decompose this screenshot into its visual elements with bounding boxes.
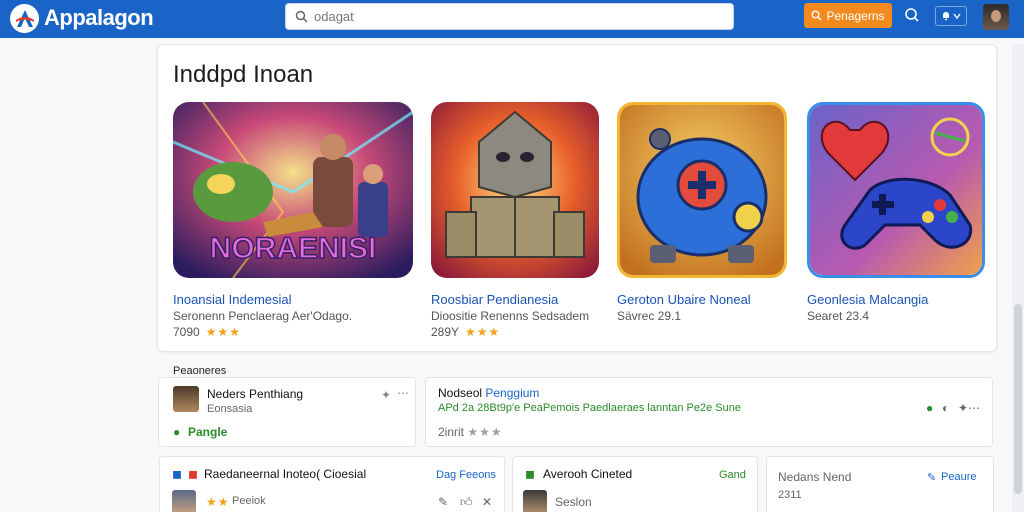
card-3-subtitle: Peeiok (232, 495, 266, 507)
scrollbar-thumb[interactable] (1014, 304, 1022, 494)
search-input[interactable] (314, 4, 724, 29)
card-4-action[interactable]: Gand (719, 469, 746, 481)
section-title: Peaoneres (173, 365, 227, 377)
cta-label: Penagerns (826, 8, 885, 23)
refresh-icon[interactable]: ◐ (942, 401, 949, 415)
list-card-5[interactable]: Nedans Nend 2311 ✎ Peaure (766, 456, 994, 512)
card-2-meta: 2inrit ★★★ (438, 425, 503, 439)
avatar-face (991, 10, 1001, 22)
check-circle-icon: ● (173, 425, 181, 439)
app-icon: ◼ (172, 467, 182, 481)
thumbs-up-icon[interactable]: 👍︎ (460, 495, 473, 510)
card-1-subtitle: Eonsasia (207, 403, 253, 415)
tile-2-count: 289Y (431, 325, 460, 339)
list-card-3[interactable]: ◼ ◼ Raedaneernal Inoteo( Cioesial Dag Fe… (159, 456, 505, 512)
notifications-button[interactable] (935, 6, 967, 26)
list-card-2[interactable]: Nodseol Penggium APd 2a 28Bt9p'e PeaPemo… (425, 377, 993, 447)
card-2-title-accent: Penggium (485, 386, 540, 400)
app-icon: ◼ (525, 467, 535, 481)
card-2-title-text: Nodseol (438, 386, 483, 400)
card-5-action[interactable]: Peaure (941, 471, 976, 483)
tile-2-subtitle: Dioositie Renenns Sedsadem (431, 309, 590, 323)
pencil-icon: ✎ (927, 472, 937, 484)
card-1-tag: Pangle (188, 425, 228, 439)
card-2-meta-text: 2inrit (438, 425, 465, 439)
card-1-name[interactable]: Neders Penthiang (207, 387, 303, 401)
search-icon (295, 10, 308, 23)
card-3-rating-stars: ★★ (206, 495, 230, 509)
list-card-1[interactable]: Neders Penthiang Eonsasia ✦ ⋯ ● Pangle (158, 377, 416, 447)
tile-3-artwork (617, 102, 787, 278)
card-3-avatar (172, 490, 196, 512)
tile-3-subtitle: Sävrec 29.1 (617, 309, 682, 323)
card-3-action[interactable]: Dag Feeons (436, 469, 496, 481)
app-icon: ◼ (188, 467, 198, 481)
featured-title: Inddpd Inoan (173, 61, 314, 88)
card-2-line: APd 2a 28Bt9p'e PeaPemois Paedlaeraes la… (438, 402, 741, 414)
tile-3-name[interactable]: Geroton Ubaire Noneal (617, 292, 751, 307)
tile-2-meta: 289Y ★★★ (431, 325, 500, 339)
bell-icon (943, 12, 949, 21)
card-1-avatar (173, 386, 199, 412)
tile-1-meta: 7090 ★★★ (173, 325, 241, 339)
card-4-avatar (523, 490, 547, 512)
card-2-rating-stars: ★★★ (467, 425, 503, 439)
tile-1-artwork: NORAENISI (173, 102, 413, 278)
tile-4-artwork (807, 102, 985, 278)
pin-icon[interactable]: ✦ (381, 388, 391, 402)
featured-tile-2[interactable]: Roosbiar Pendianesia Dioositie Renenns S… (431, 102, 599, 339)
card-4-subtitle: Seslon (555, 495, 592, 509)
search-bar[interactable] (285, 3, 734, 30)
scrollbar[interactable] (1012, 44, 1024, 512)
featured-tile-3[interactable]: Geroton Ubaire Noneal Sävrec 29.1 (617, 102, 787, 332)
search-icon[interactable] (904, 7, 920, 23)
tile-1-rating-stars: ★★★ (205, 325, 241, 339)
card-4-name[interactable]: Averooh Cineted (543, 467, 632, 481)
tile-2-rating-stars: ★★★ (465, 325, 501, 339)
card-2-title[interactable]: Nodseol Penggium (438, 386, 539, 400)
top-bar: Appalagon Penagerns (0, 0, 1024, 38)
pin-icon[interactable]: ✎ (438, 495, 448, 509)
tile-1-name[interactable]: Inoansial Indemesial (173, 292, 292, 307)
cta-button[interactable]: Penagerns (804, 3, 892, 28)
search-icon (811, 10, 822, 21)
tile-4-subtitle: Searet 23.4 (807, 309, 870, 323)
status-dot-icon: ● (926, 401, 934, 415)
featured-tile-4[interactable]: Geonlesia Malcangia Searet 23.4 (807, 102, 985, 332)
chevron-down-icon (953, 13, 961, 20)
card-5-name[interactable]: Nedans Nend (778, 470, 851, 484)
app-logo-icon[interactable] (10, 4, 39, 33)
tile-1-subtitle: Seronenn Penclaerag Aer'Odago. (173, 309, 353, 323)
list-card-4[interactable]: ◼ Averooh Cineted Gand Seslon (512, 456, 758, 512)
card-5-subtitle: 2311 (778, 489, 802, 501)
card-3-name[interactable]: Raedaneernal Inoteo( Cioesial (204, 467, 366, 481)
close-icon[interactable]: ✕ (482, 495, 492, 509)
tile-2-name[interactable]: Roosbiar Pendianesia (431, 292, 558, 307)
app-name[interactable]: Appalagon (44, 5, 154, 31)
pin-icon[interactable]: ✦⋯ (958, 401, 980, 415)
user-avatar[interactable] (983, 4, 1009, 30)
tile-1-count: 7090 (173, 325, 200, 339)
tile-1-art-title: NORAENISI (210, 232, 377, 265)
more-icon[interactable]: ⋯ (397, 386, 409, 400)
featured-section: Inddpd Inoan NORAENISI Inoansial Indemes… (157, 44, 997, 352)
tile-4-name[interactable]: Geonlesia Malcangia (807, 292, 928, 307)
tile-2-artwork (431, 102, 599, 278)
featured-tile-1[interactable]: NORAENISI Inoansial Indemesial Seronenn … (173, 102, 413, 339)
